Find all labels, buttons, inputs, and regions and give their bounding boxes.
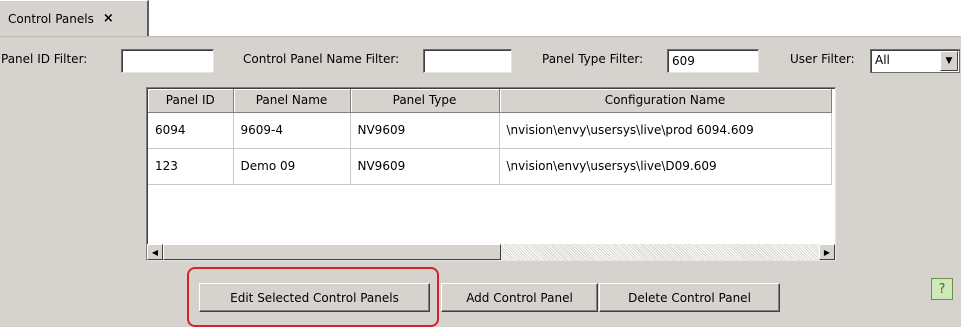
add-control-panel-button[interactable]: Add Control Panel [441, 283, 598, 312]
column-header-panel-id[interactable]: Panel ID [148, 89, 234, 113]
control-panels-table: Panel ID Panel Name Panel Type Configura… [146, 87, 836, 261]
tab-strip: Control Panels × [0, 0, 961, 36]
table-row[interactable]: 6094 9609-4 NV9609 \nvision\envy\usersys… [148, 112, 832, 149]
horizontal-scrollbar[interactable]: ◀ ▶ [147, 244, 835, 260]
cell-panel-id: 123 [148, 148, 234, 185]
cell-panel-id: 6094 [148, 112, 234, 149]
panel-type-filter-label: Panel Type Filter: [542, 52, 644, 66]
table-header-row: Panel ID Panel Name Panel Type Configura… [148, 89, 832, 113]
help-icon[interactable]: ? [931, 278, 953, 300]
cell-configuration-name: \nvision\envy\usersys\live\D09.609 [499, 148, 832, 185]
control-panels-view: Panel ID Filter: Control Panel Name Filt… [0, 36, 961, 327]
panel-id-filter-input[interactable] [121, 49, 214, 73]
tab-label: Control Panels [8, 11, 94, 26]
user-filter-select[interactable]: All ▼ [870, 49, 960, 73]
panel-type-filter-input[interactable] [667, 49, 759, 73]
cell-panel-type: NV9609 [350, 148, 500, 185]
scrollbar-track[interactable] [501, 244, 819, 260]
cell-panel-type: NV9609 [350, 112, 500, 149]
panel-name-filter-input[interactable] [423, 49, 512, 73]
panel-name-filter-label: Control Panel Name Filter: [243, 52, 400, 66]
close-icon[interactable]: × [103, 11, 114, 26]
delete-control-panel-button[interactable]: Delete Control Panel [599, 283, 780, 312]
table-row[interactable]: 123 Demo 09 NV9609 \nvision\envy\usersys… [148, 148, 832, 185]
scroll-left-icon[interactable]: ◀ [147, 244, 163, 260]
cell-panel-name: Demo 09 [233, 148, 351, 185]
column-header-panel-type[interactable]: Panel Type [350, 89, 500, 113]
edit-selected-control-panels-button[interactable]: Edit Selected Control Panels [199, 283, 430, 312]
chevron-down-icon[interactable]: ▼ [940, 51, 958, 71]
cell-configuration-name: \nvision\envy\usersys\live\prod 6094.609 [499, 112, 832, 149]
filter-bar: Panel ID Filter: Control Panel Name Filt… [0, 49, 961, 73]
cell-panel-name: 9609-4 [233, 112, 351, 149]
column-header-panel-name[interactable]: Panel Name [233, 89, 351, 113]
user-filter-value: All [875, 53, 890, 67]
user-filter-label: User Filter: [790, 52, 855, 66]
tab-control-panels[interactable]: Control Panels × [0, 0, 149, 36]
column-header-configuration-name[interactable]: Configuration Name [499, 89, 832, 113]
panel-id-filter-label: Panel ID Filter: [1, 52, 88, 66]
scroll-right-icon[interactable]: ▶ [819, 244, 835, 260]
scrollbar-thumb[interactable] [163, 244, 501, 260]
